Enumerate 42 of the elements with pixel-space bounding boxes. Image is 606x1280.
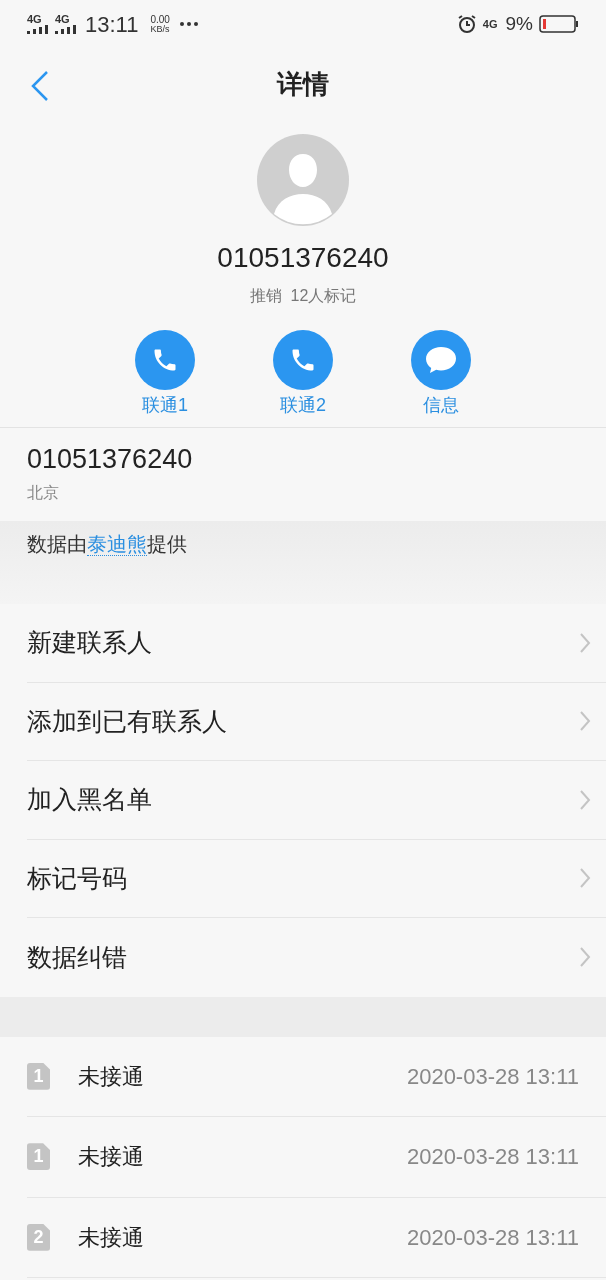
signal-icon	[27, 25, 49, 34]
page-title: 详情	[277, 67, 329, 101]
menu-item[interactable]: 数据纠错	[27, 918, 606, 997]
chevron-right-icon	[579, 946, 591, 969]
call-log-row[interactable]: 2 未接通 2020-03-28 13:11	[27, 1197, 606, 1278]
sim-badge: 2	[27, 1223, 50, 1251]
network-label: 4G	[27, 14, 42, 25]
menu-item[interactable]: 添加到已有联系人	[27, 682, 606, 761]
network-label: 4G	[482, 18, 498, 30]
menu-item[interactable]: 标记号码	[27, 839, 606, 918]
clock: 13:11	[85, 10, 139, 39]
alarm-icon	[456, 14, 477, 34]
more-icon	[179, 22, 198, 26]
call-log-row[interactable]: 1 未接通 2020-03-28 13:11	[27, 1036, 606, 1117]
back-icon	[30, 70, 50, 102]
chevron-right-icon	[579, 710, 591, 733]
call-status: 未接通	[78, 1143, 144, 1172]
call-time: 2020-03-28 13:11	[406, 1143, 579, 1172]
network-label: 4G	[55, 14, 70, 25]
call-time: 2020-03-28 13:11	[406, 1062, 579, 1091]
speed-value: 0.00	[150, 14, 170, 25]
menu-item[interactable]: 新建联系人	[27, 604, 606, 683]
chevron-right-icon	[579, 788, 591, 811]
menu-item[interactable]: 加入黑名单	[27, 761, 606, 840]
speed-unit: KB/s	[150, 24, 170, 34]
call-log-row[interactable]: 1 未接通 2020-03-28 13:11	[27, 1117, 606, 1198]
sim-badge: 1	[27, 1062, 50, 1090]
number-tag: 推销 12人标记	[249, 284, 357, 308]
chevron-right-icon	[579, 867, 591, 890]
phone-number: 01051376240	[27, 446, 194, 473]
call-time: 2020-03-28 13:11	[406, 1223, 579, 1252]
call-status: 未接通	[78, 1062, 144, 1091]
chat-bubble-icon	[424, 345, 458, 375]
signal-icon	[55, 25, 77, 34]
data-source-note: 数据由泰迪熊提供	[27, 532, 187, 558]
chevron-right-icon	[579, 631, 591, 654]
phone-number: 01051376240	[217, 244, 389, 272]
battery-percent: 9%	[505, 11, 533, 36]
call-status: 未接通	[78, 1223, 144, 1252]
sim-badge: 1	[27, 1143, 50, 1171]
location-label: 北京	[27, 483, 60, 503]
battery-icon	[539, 15, 579, 33]
